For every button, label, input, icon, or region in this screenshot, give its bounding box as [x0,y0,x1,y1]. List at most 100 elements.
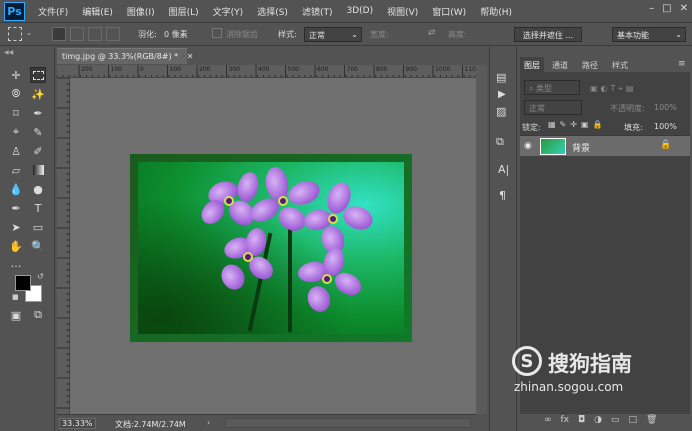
style-select-value: 正常 [309,31,325,40]
intersect-selection-icon[interactable] [106,27,120,41]
quick-mask-icon[interactable]: ▣ [8,307,24,323]
default-colors-icon[interactable]: ■ [12,293,19,301]
character-icon[interactable]: A| [498,163,509,176]
menu-window[interactable]: 窗口(W) [425,5,473,18]
brush-tool-icon[interactable]: ✎ [30,124,46,140]
maximize-icon[interactable]: □ [662,3,671,14]
move-tool-icon[interactable]: ✛ [8,67,24,83]
subtract-selection-icon[interactable] [88,27,102,41]
new-selection-icon[interactable] [52,27,66,41]
filter-kind-value: 类型 [536,84,553,93]
blur-tool-icon[interactable]: 💧 [8,181,24,197]
more-tools-icon[interactable]: … [8,255,24,271]
add-selection-icon[interactable] [70,27,84,41]
feather-value[interactable]: 0 像素 [164,29,188,40]
watermark-url: zhinan.sogou.com [514,380,624,394]
eye-icon[interactable]: ◉ [524,141,532,151]
swap-icon[interactable]: ⇄ [428,28,436,38]
adjustment-layer-icon[interactable]: ◑ [594,415,602,429]
close-icon[interactable]: ✕ [680,3,688,14]
foreground-color-swatch[interactable] [15,275,31,291]
menu-type[interactable]: 文字(Y) [206,5,251,18]
link-layers-icon[interactable]: ∞ [544,415,552,429]
magic-wand-icon[interactable]: ✨ [30,86,46,102]
layer-thumbnail [540,138,566,155]
menu-3d[interactable]: 3D(D) [339,6,380,16]
shape-tool-icon[interactable]: ▭ [30,219,46,235]
history-brush-icon[interactable]: ✐ [30,143,46,159]
chevron-down-icon: ⌄ [675,30,682,39]
select-and-mask-button[interactable]: 选择并遮住 ... [514,27,582,42]
new-layer-icon[interactable]: □ [629,415,638,429]
history-icon[interactable]: ▤ [496,71,506,84]
height-label: 高度: [448,30,467,39]
filter-icons[interactable]: ▣◐T⌖▤ [590,84,637,94]
collapse-icon[interactable]: ◀◀ [0,49,55,57]
marquee-preset-icon[interactable] [8,27,22,41]
fx-icon[interactable]: fx [561,415,570,429]
style-select[interactable]: 正常 ⌄ [304,27,362,42]
menu-image[interactable]: 图像(I) [120,5,162,18]
layer-row[interactable]: ◉ 背景 🔒 [520,135,690,156]
vertical-scrollbar[interactable] [476,65,487,414]
menu-view[interactable]: 视图(V) [380,5,425,18]
close-tab-icon[interactable]: ✕ [187,52,194,61]
paragraph-icon[interactable]: ¶ [499,189,506,202]
antialias-label: 消除锯齿 [226,30,258,39]
screen-mode-icon[interactable]: ⧉ [30,307,46,323]
menu-filter[interactable]: 滤镜(T) [295,5,340,18]
eraser-icon[interactable]: ▱ [8,162,24,178]
type-tool-icon[interactable]: T [30,200,46,216]
hand-tool-icon[interactable]: ✋ [8,238,24,254]
tab-layers[interactable]: 图层 [520,57,544,72]
chevron-down-icon: ⌄ [351,30,358,39]
tab-channels[interactable]: 通道 [548,57,572,72]
fill-value[interactable]: 100% [654,122,677,131]
workspace-select[interactable]: 基本功能 ⌄ [612,27,686,42]
opacity-value[interactable]: 100% [654,103,677,112]
delete-layer-icon[interactable]: 🗑 [646,415,657,429]
menu-layer[interactable]: 图层(L) [162,5,206,18]
clone-stamp-icon[interactable]: ♙ [8,143,24,159]
dodge-tool-icon[interactable]: ● [30,181,46,197]
document-tab[interactable]: timg.jpg @ 33.3%(RGB/8#) * ✕ [57,48,193,64]
menu-file[interactable]: 文件(F) [31,5,75,18]
zoom-tool-icon[interactable]: 🔍 [30,238,46,254]
opacity-label: 不透明度: [610,104,645,113]
ruler-tick-label: 1100 [464,66,477,73]
swap-colors-icon[interactable]: ↺ [37,272,44,281]
menu-edit[interactable]: 编辑(E) [75,5,120,18]
minimize-icon[interactable]: – [649,3,654,14]
path-selection-icon[interactable]: ➤ [8,219,24,235]
horizontal-scrollbar[interactable] [225,418,471,428]
tab-paths[interactable]: 路径 [578,57,602,72]
new-group-icon[interactable]: ▭ [611,415,620,429]
chevron-down-icon[interactable]: ⌄ [26,29,32,37]
add-mask-icon[interactable]: ◘ [578,415,585,429]
panel-menu-icon[interactable]: ≡ [678,59,686,69]
canvas-area[interactable] [70,78,476,414]
blend-mode-select[interactable]: 正常 [524,100,582,115]
clone-source-icon[interactable]: ⧉ [496,135,504,149]
pen-tool-icon[interactable]: ✒ [8,200,24,216]
filter-kind-select[interactable]: ⌕ 类型 [524,80,580,95]
tab-styles[interactable]: 样式 [608,57,632,72]
eyedropper-icon[interactable]: ✒ [30,105,46,121]
menu-select[interactable]: 选择(S) [250,5,295,18]
actions-play-icon[interactable]: ▶ [498,89,506,100]
marquee-tool-icon[interactable] [30,67,46,83]
layer-name[interactable]: 背景 [572,141,590,154]
ruler-tick-label: 100 [110,66,122,73]
lasso-tool-icon[interactable]: ⦾ [8,86,24,102]
zoom-level[interactable]: 33.33% [59,418,96,429]
healing-brush-icon[interactable]: ⌖ [8,124,24,140]
lock-icons[interactable]: ▦✎✛▣🔒 [548,120,606,129]
gradient-tool-icon[interactable] [30,162,46,178]
menu-help[interactable]: 帮助(H) [473,5,519,18]
antialias-checkbox[interactable] [212,28,222,38]
properties-icon[interactable]: ▨ [496,105,506,118]
document-tab-title: timg.jpg @ 33.3%(RGB/8#) * [62,52,179,61]
lock-label: 锁定: [522,123,541,132]
chevron-right-icon[interactable]: › [207,418,210,427]
crop-tool-icon[interactable]: ⌑ [8,105,24,121]
